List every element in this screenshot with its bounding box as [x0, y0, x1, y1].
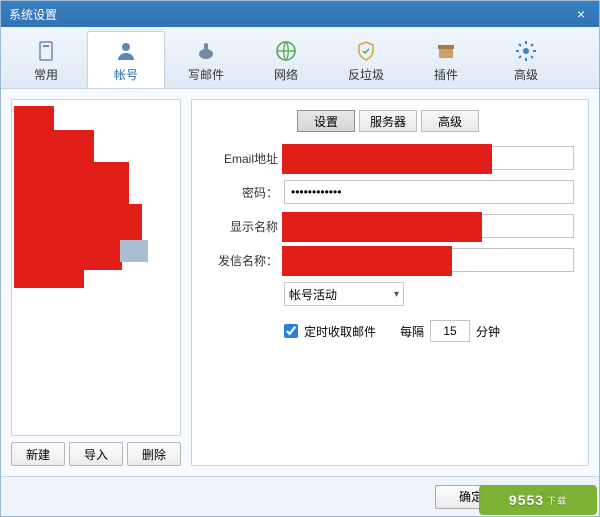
displayname-input[interactable]	[284, 214, 574, 238]
row-password: 密码：	[202, 180, 574, 204]
schedule-checkbox[interactable]	[284, 324, 298, 338]
tab-network-label: 网络	[274, 66, 298, 83]
tab-antispam-label: 反垃圾	[348, 66, 384, 83]
shield-icon	[354, 39, 378, 63]
chevron-down-icon: ▾	[394, 289, 399, 300]
footer: 确定 取消 9553 下载	[1, 476, 599, 516]
sendername-input[interactable]	[284, 248, 574, 272]
settings-window: 系统设置 × 常用 帐号 写邮件 网络 反垃圾 插件 高级	[0, 0, 600, 517]
account-list[interactable]	[11, 99, 181, 436]
redaction	[14, 162, 129, 210]
row-activity: 帐号活动 ▾	[202, 282, 574, 306]
import-button[interactable]: 导入	[69, 442, 123, 466]
right-pane: 设置 服务器 高级 Email地址 密码： 显示名称	[191, 99, 589, 466]
row-displayname: 显示名称	[202, 214, 574, 238]
subtabs: 设置 服务器 高级	[202, 110, 574, 132]
window-title: 系统设置	[9, 6, 57, 23]
tab-advanced[interactable]: 高级	[487, 31, 565, 88]
every-label: 每隔	[400, 323, 424, 340]
schedule-row: 定时收取邮件 每隔 分钟	[284, 320, 574, 342]
email-label: Email地址	[202, 150, 278, 167]
compose-icon	[194, 39, 218, 63]
subtab-server[interactable]: 服务器	[359, 110, 417, 132]
interval-input[interactable]	[430, 320, 470, 342]
delete-button[interactable]: 删除	[127, 442, 181, 466]
tab-general-label: 常用	[34, 66, 58, 83]
redaction	[14, 264, 84, 288]
left-pane: 新建 导入 删除	[11, 99, 181, 466]
subtab-advanced[interactable]: 高级	[421, 110, 479, 132]
watermark: 9553 下载	[479, 485, 597, 515]
password-label: 密码：	[202, 184, 278, 201]
left-buttons: 新建 导入 删除	[11, 442, 181, 466]
subtab-settings[interactable]: 设置	[297, 110, 355, 132]
unit-label: 分钟	[476, 323, 500, 340]
redaction	[14, 204, 142, 240]
titlebar: 系统设置 ×	[1, 1, 599, 27]
activity-dropdown-label: 帐号活动	[289, 286, 337, 303]
network-icon	[274, 39, 298, 63]
tab-network[interactable]: 网络	[247, 31, 325, 88]
tab-general[interactable]: 常用	[7, 31, 85, 88]
plugin-icon	[434, 39, 458, 63]
tab-antispam[interactable]: 反垃圾	[327, 31, 405, 88]
body: 新建 导入 删除 设置 服务器 高级 Email地址 密码：	[1, 89, 599, 476]
gear-icon	[514, 39, 538, 63]
watermark-main: 9553	[509, 492, 544, 508]
general-icon	[34, 39, 58, 63]
schedule-label: 定时收取邮件	[304, 323, 376, 340]
selection-highlight	[120, 240, 148, 262]
watermark-sub: 下载	[547, 494, 567, 507]
tab-plugins-label: 插件	[434, 66, 458, 83]
activity-dropdown[interactable]: 帐号活动 ▾	[284, 282, 404, 306]
tab-account[interactable]: 帐号	[87, 31, 165, 88]
displayname-label: 显示名称	[202, 218, 278, 235]
close-icon[interactable]: ×	[571, 6, 591, 22]
account-icon	[114, 39, 138, 63]
toolbar: 常用 帐号 写邮件 网络 反垃圾 插件 高级	[1, 27, 599, 89]
row-sendername: 发信名称：	[202, 248, 574, 272]
email-input[interactable]	[284, 146, 574, 170]
tab-account-label: 帐号	[114, 66, 138, 83]
tab-plugins[interactable]: 插件	[407, 31, 485, 88]
tab-advanced-label: 高级	[514, 66, 538, 83]
tab-compose[interactable]: 写邮件	[167, 31, 245, 88]
sendername-label: 发信名称：	[202, 252, 278, 269]
new-button[interactable]: 新建	[11, 442, 65, 466]
password-input[interactable]	[284, 180, 574, 204]
row-email: Email地址	[202, 146, 574, 170]
tab-compose-label: 写邮件	[188, 66, 224, 83]
